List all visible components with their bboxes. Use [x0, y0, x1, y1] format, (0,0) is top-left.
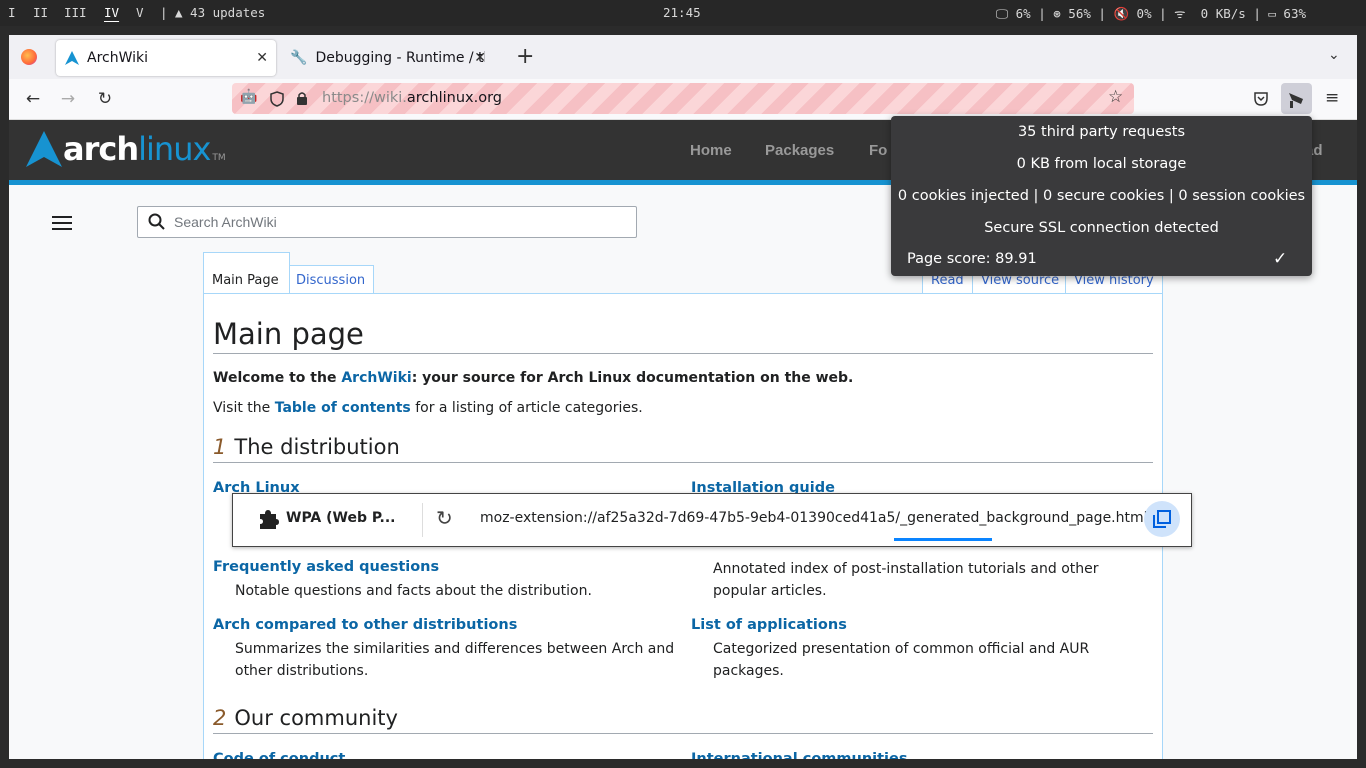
tab-label: Debugging - Runtime / this-firefox	[315, 50, 485, 66]
puzzle-piece-icon	[260, 510, 279, 529]
extension-button[interactable]	[1281, 83, 1312, 114]
search-input[interactable]: Search ArchWiki	[137, 206, 637, 238]
page-title: Main page	[213, 317, 1153, 354]
logo-tm: TM	[212, 153, 226, 163]
archwiki-link[interactable]: ArchWiki	[341, 370, 411, 386]
tab-main-page-label: Main Page	[212, 273, 279, 288]
tab-main-page[interactable]: Main Page	[203, 252, 290, 295]
system-stats: 🖵 6% | ⊛ 56% | 🔇 0% | ᯤ 0 KB/s | ▭ 63%	[996, 6, 1306, 21]
close-tab-icon[interactable]: ✕	[474, 50, 486, 66]
close-tab-icon[interactable]: ✕	[256, 50, 268, 66]
url-text[interactable]: https://wiki.archlinux.org	[322, 90, 502, 106]
nav-home[interactable]: Home	[690, 142, 732, 159]
url-bar[interactable]: 🤖 https://wiki.archlinux.org ☆	[232, 83, 1134, 114]
list-of-applications-description: Categorized presentation of common offic…	[713, 641, 1090, 679]
logo-text-linux: linux	[138, 130, 211, 168]
ssl-text: Secure SSL connection detected	[984, 220, 1219, 236]
workspace-5[interactable]: V	[136, 5, 144, 20]
search-icon	[148, 213, 165, 230]
tab-archwiki[interactable]: ArchWiki ✕	[56, 40, 276, 76]
arch-favicon	[65, 51, 79, 65]
visit-text: Visit the Table of contents for a listin…	[213, 400, 643, 416]
lock-icon[interactable]	[296, 91, 308, 106]
tab-strip: ArchWiki ✕ 🔧 Debugging - Runtime / this-…	[9, 35, 1357, 79]
general-recommendations-description: Annotated index of post-installation tut…	[713, 561, 1099, 599]
link-faq[interactable]: Frequently asked questions	[213, 559, 439, 575]
logo-text-arch: arch	[63, 130, 139, 168]
status-bar: I II III IV V | ▲ 43 updates 21:45 🖵 6% …	[0, 0, 1366, 26]
nav-packages[interactable]: Packages	[765, 142, 834, 159]
faq-description: Notable questions and facts about the di…	[235, 583, 592, 599]
hamburger-menu-icon[interactable]: ≡	[1325, 88, 1339, 108]
reload-icon[interactable]: ↻	[436, 506, 453, 530]
shield-icon[interactable]	[270, 91, 284, 107]
new-tab-button[interactable]: +	[516, 44, 534, 69]
reload-button[interactable]: ↻	[91, 85, 119, 113]
cookies-text: 0 cookies injected | 0 secure cookies | …	[897, 188, 1306, 204]
updates-indicator: ▲ 43 updates	[175, 5, 266, 20]
tab-debugging[interactable]: 🔧 Debugging - Runtime / this-firefox ✕	[284, 40, 494, 76]
link-code-of-conduct[interactable]: Code of conduct	[213, 751, 345, 759]
workspace-3[interactable]: III	[64, 5, 87, 20]
pocket-icon[interactable]	[1253, 91, 1269, 107]
extension-popup: 35 third party requests 0 KB from local …	[891, 116, 1312, 276]
arch-compared-description: Summarizes the similarities and differen…	[235, 641, 675, 679]
robot-icon[interactable]: 🤖	[240, 89, 257, 105]
section-heading-community: 2 Our community	[213, 706, 1153, 734]
section-heading-distribution: 1 The distribution	[213, 435, 1153, 463]
tab-discussion[interactable]: Discussion	[289, 265, 374, 294]
checkmark-icon: ✓	[1273, 249, 1288, 269]
workspace-4[interactable]: IV	[104, 5, 119, 20]
workspace-2[interactable]: II	[33, 5, 48, 20]
camera-icon	[1289, 93, 1303, 108]
copy-icon	[1153, 510, 1171, 528]
extension-url: moz-extension://af25a32d-7d69-47b5-9eb4-…	[480, 510, 1148, 526]
firefox-icon[interactable]	[21, 49, 37, 65]
focus-indicator	[894, 538, 992, 541]
tab-discussion-label: Discussion	[296, 273, 366, 288]
extension-task-overlay: WPA (Web P... ↻ moz-extension://af25a32d…	[232, 493, 1192, 547]
welcome-text: Welcome to the ArchWiki: your source for…	[213, 370, 854, 386]
back-button[interactable]: ←	[19, 85, 47, 113]
copy-button[interactable]	[1144, 501, 1180, 537]
separator: |	[160, 5, 168, 20]
bookmark-star-icon[interactable]: ☆	[1108, 87, 1123, 107]
link-arch-compared[interactable]: Arch compared to other distributions	[213, 617, 517, 633]
clock: 21:45	[663, 5, 701, 20]
forward-button[interactable]: →	[54, 85, 82, 113]
nav-forums[interactable]: Fo	[869, 142, 887, 159]
divider	[422, 503, 423, 537]
archlinux-logo[interactable]: arch linux TM	[25, 130, 226, 168]
local-storage-text: 0 KB from local storage	[1016, 156, 1187, 172]
link-list-of-applications[interactable]: List of applications	[691, 617, 847, 633]
third-party-requests: 35 third party requests	[1017, 124, 1186, 140]
search-placeholder: Search ArchWiki	[174, 214, 277, 230]
link-international-communities[interactable]: International communities	[691, 751, 908, 759]
extension-name: WPA (Web P...	[286, 510, 396, 526]
tab-label: ArchWiki	[87, 50, 149, 66]
arch-logo-icon	[26, 131, 62, 167]
navigation-bar: ← → ↻ 🤖 https://wiki.archlinux.org ☆ ≡	[9, 79, 1357, 120]
menu-icon[interactable]	[52, 215, 72, 231]
page-score: Page score: 89.91	[907, 251, 1037, 267]
wrench-icon: 🔧	[290, 50, 308, 66]
table-of-contents-link[interactable]: Table of contents	[275, 400, 411, 416]
tab-list-chevron-icon[interactable]: ⌄	[1328, 47, 1340, 63]
workspace-1[interactable]: I	[8, 5, 16, 20]
